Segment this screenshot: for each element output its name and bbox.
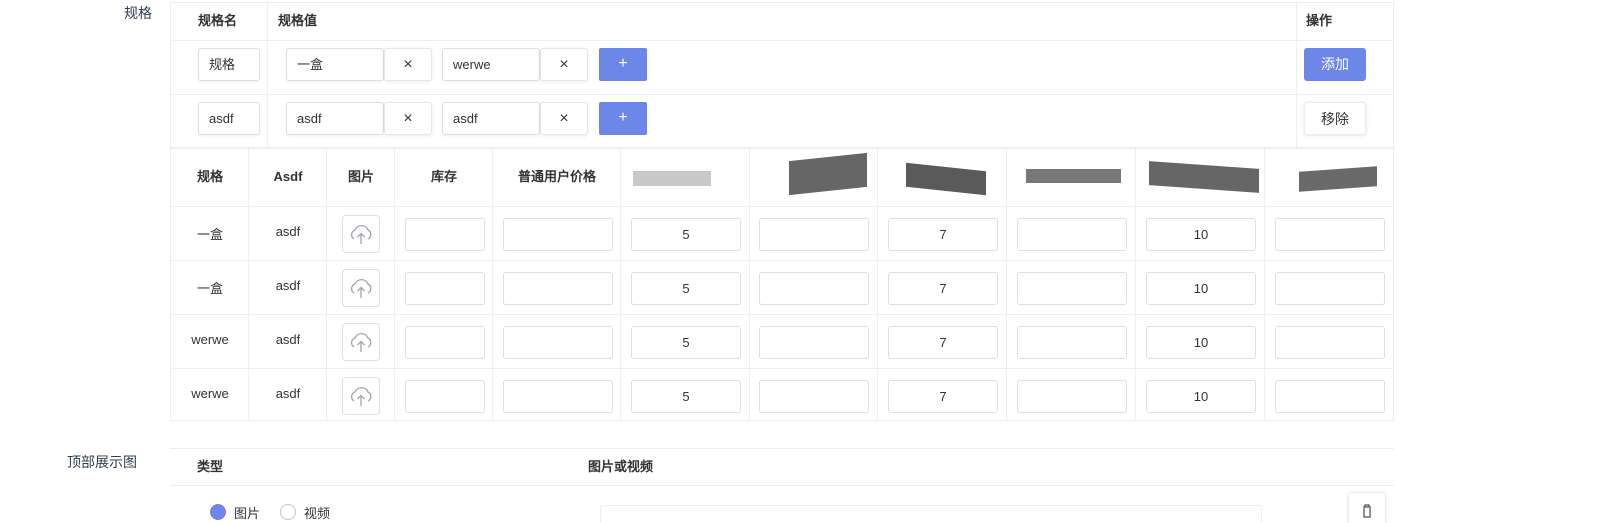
redacted-header	[906, 162, 986, 196]
header-operation: 操作	[1306, 13, 1333, 28]
radio-video[interactable]	[280, 504, 296, 520]
value-input[interactable]	[759, 380, 869, 413]
upload-cloud-icon	[350, 224, 372, 244]
sku-header-stock: 库存	[430, 169, 457, 184]
plus-icon: +	[618, 55, 628, 72]
spec-label: 规格	[124, 5, 152, 21]
value-input[interactable]	[1275, 218, 1385, 251]
plus-icon: +	[618, 109, 628, 126]
value-input[interactable]	[1275, 272, 1385, 305]
redacted-header	[1149, 161, 1259, 193]
header-spec-name: 规格名	[198, 13, 238, 28]
spec-value-input[interactable]: 一盒	[286, 48, 384, 81]
value-input[interactable]	[1017, 218, 1127, 251]
price-input[interactable]	[503, 380, 613, 413]
sku-cell-asdf: asdf	[275, 224, 301, 239]
remove-value-button[interactable]: ×	[540, 48, 588, 81]
sku-cell-spec: 一盒	[196, 281, 223, 296]
remove-value-button[interactable]: ×	[384, 102, 432, 135]
trash-icon	[1363, 504, 1371, 518]
spec-value-input[interactable]: asdf	[286, 102, 384, 135]
header-image-or-video: 图片或视频	[588, 459, 654, 474]
header-spec-value: 规格值	[278, 13, 318, 28]
radio-video-label: 视频	[304, 506, 331, 521]
upload-cloud-icon	[350, 332, 372, 352]
stock-input[interactable]	[405, 272, 485, 305]
sku-cell-spec: werwe	[191, 332, 229, 347]
add-value-button[interactable]: +	[599, 48, 647, 81]
close-icon: ×	[559, 110, 569, 127]
price-input[interactable]	[503, 218, 613, 251]
redacted-header	[1299, 166, 1377, 192]
redacted-header	[1026, 169, 1121, 183]
value-input[interactable]: 5	[631, 380, 741, 413]
value-input[interactable]	[759, 326, 869, 359]
stock-input[interactable]	[405, 380, 485, 413]
image-upload[interactable]	[342, 269, 380, 307]
radio-image-label: 图片	[234, 506, 261, 521]
radio-image[interactable]	[210, 504, 226, 520]
remove-value-button[interactable]: ×	[540, 102, 588, 135]
image-upload[interactable]	[342, 377, 380, 415]
value-input[interactable]	[1275, 380, 1385, 413]
sku-cell-asdf: asdf	[275, 332, 301, 347]
value-input[interactable]	[1017, 380, 1127, 413]
value-input[interactable]: 10	[1146, 218, 1256, 251]
value-input[interactable]: 5	[631, 218, 741, 251]
value-input[interactable]: 10	[1146, 272, 1256, 305]
sku-header-asdf: Asdf	[273, 169, 303, 184]
upload-cloud-icon	[350, 386, 372, 406]
image-upload[interactable]	[342, 215, 380, 253]
spec-name-input[interactable]: 规格	[198, 48, 260, 81]
close-icon: ×	[403, 110, 413, 127]
sku-header-image: 图片	[347, 169, 374, 184]
value-input[interactable]: 10	[1146, 326, 1256, 359]
upload-cloud-icon	[350, 278, 372, 298]
value-input[interactable]: 7	[888, 218, 998, 251]
value-input[interactable]: 5	[631, 272, 741, 305]
add-value-button[interactable]: +	[599, 102, 647, 135]
sku-header-price: 普通用户价格	[517, 169, 596, 184]
sku-header-spec: 规格	[196, 169, 223, 184]
redacted-header	[633, 171, 711, 186]
value-input[interactable]	[1275, 326, 1385, 359]
media-upload-field[interactable]	[600, 505, 1262, 523]
stock-input[interactable]	[405, 218, 485, 251]
spec-value-input[interactable]: werwe	[442, 48, 540, 81]
add-spec-button[interactable]: 添加	[1304, 48, 1366, 81]
media-table-header: 类型 图片或视频	[170, 448, 1394, 486]
header-type: 类型	[197, 459, 224, 474]
remove-spec-button[interactable]: 移除	[1304, 102, 1366, 135]
sku-cell-spec: 一盒	[196, 227, 223, 242]
spec-table-header: 规格名 规格值 操作	[171, 3, 1393, 41]
remove-value-button[interactable]: ×	[384, 48, 432, 81]
value-input[interactable]: 10	[1146, 380, 1256, 413]
sku-cell-asdf: asdf	[275, 278, 301, 293]
spec-value-input[interactable]: asdf	[442, 102, 540, 135]
image-upload[interactable]	[342, 323, 380, 361]
close-icon: ×	[559, 56, 569, 73]
value-input[interactable]: 7	[888, 272, 998, 305]
spec-name-input[interactable]: asdf	[198, 102, 260, 135]
value-input[interactable]	[759, 218, 869, 251]
redacted-header	[789, 152, 867, 196]
top-display-label: 顶部展示图	[67, 454, 137, 470]
sku-cell-spec: werwe	[191, 386, 229, 401]
value-input[interactable]: 5	[631, 326, 741, 359]
value-input[interactable]: 7	[888, 380, 998, 413]
value-input[interactable]: 7	[888, 326, 998, 359]
close-icon: ×	[403, 56, 413, 73]
value-input[interactable]	[1017, 326, 1127, 359]
sku-table: 规格 Asdf 图片 库存 普通用户价格 一盒 asdf 5 7 10 一盒 a…	[170, 148, 1394, 421]
price-input[interactable]	[503, 272, 613, 305]
stock-input[interactable]	[405, 326, 485, 359]
sku-cell-asdf: asdf	[275, 386, 301, 401]
value-input[interactable]	[759, 272, 869, 305]
delete-media-button[interactable]	[1348, 492, 1386, 523]
price-input[interactable]	[503, 326, 613, 359]
value-input[interactable]	[1017, 272, 1127, 305]
spec-table: 规格名 规格值 操作 规格 一盒 × werwe × + 添加 asdf asd…	[170, 2, 1394, 148]
